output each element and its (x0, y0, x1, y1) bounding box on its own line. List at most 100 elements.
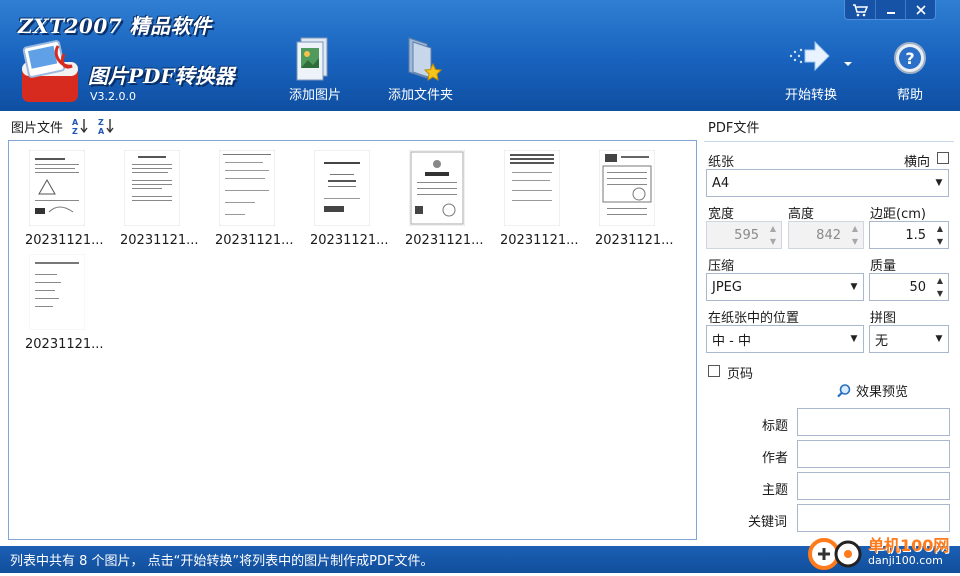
quality-stepper[interactable]: 50 ▲ ▼ (869, 273, 949, 301)
svg-text:Z: Z (72, 127, 78, 135)
meta-keywords-label: 关键词 (748, 515, 788, 530)
close-button[interactable] (905, 0, 935, 19)
list-item[interactable]: 20231121... (395, 144, 490, 248)
file-list-toolbar: 图片文件 A Z Z A (8, 113, 698, 139)
position-value: 中 - 中 (712, 333, 751, 349)
chevron-down-icon: ▼ (850, 282, 858, 292)
chevron-down-icon: ▼ (935, 178, 943, 188)
watermark-url: danji100.com (868, 554, 943, 567)
meta-author-label: 作者 (762, 451, 789, 466)
width-stepper: 595 ▲ ▼ (706, 221, 782, 249)
preview-label: 效果预览 (856, 385, 909, 400)
margin-value: 1.5 (905, 227, 926, 243)
margin-label: 边距(cm) (870, 207, 926, 222)
file-name: 20231121... (405, 233, 484, 248)
margin-stepper[interactable]: 1.5 ▲ ▼ (869, 221, 949, 249)
position-label: 在纸张中的位置 (708, 311, 800, 326)
file-list-label: 图片文件 (11, 120, 64, 136)
window-controls (844, 0, 936, 20)
list-item[interactable]: 20231121... (205, 144, 300, 248)
svg-text:Z: Z (98, 118, 104, 127)
arrow-right-icon (789, 40, 830, 72)
document-thumbnail (314, 150, 370, 226)
position-select[interactable]: 中 - 中 ▼ (706, 325, 864, 353)
svg-text:A: A (98, 127, 105, 135)
app-header: ZXT2007 精品软件 图片PDF转换器 V3.2.0.0 添加图片 添加文件… (0, 0, 960, 111)
height-value: 842 (816, 227, 841, 243)
title-input[interactable] (797, 408, 950, 436)
file-name: 20231121... (25, 337, 104, 352)
paper-label: 纸张 (708, 155, 735, 170)
watermark-text: 单机100网 (868, 536, 950, 555)
file-name: 20231121... (310, 233, 389, 248)
chevron-down-icon[interactable]: ▼ (932, 235, 948, 248)
chevron-down-icon: ▼ (850, 334, 858, 344)
pdf-settings-panel: PDF文件 纸张 横向 A4 ▼ 宽度 高度 边距(cm) 595 ▲ ▼ 842… (700, 113, 960, 545)
quality-label: 质量 (870, 259, 897, 274)
app-title: 图片PDF转换器 (88, 64, 235, 88)
add-image-label: 添加图片 (289, 88, 342, 103)
magnifier-icon (837, 383, 851, 397)
app-logo-icon (18, 40, 82, 104)
document-thumbnail (409, 150, 465, 226)
keywords-input[interactable] (797, 504, 950, 532)
document-thumbnail (124, 150, 180, 226)
document-thumbnail (219, 150, 275, 226)
help-button[interactable]: ? 帮助 (893, 34, 927, 103)
list-item[interactable]: 20231121... (15, 248, 110, 352)
document-thumbnail (29, 150, 85, 226)
file-name: 20231121... (215, 233, 294, 248)
list-item[interactable]: 20231121... (15, 144, 110, 248)
width-value: 595 (734, 227, 759, 243)
compress-label: 压缩 (708, 259, 735, 274)
start-dropdown-icon[interactable] (843, 57, 853, 72)
file-name: 20231121... (595, 233, 674, 248)
chevron-up-icon[interactable]: ▲ (932, 274, 948, 287)
page-number-checkbox[interactable] (708, 365, 720, 377)
paper-value: A4 (712, 175, 730, 191)
sort-ascending-icon[interactable]: A Z (71, 117, 89, 135)
status-text: 列表中共有 8 个图片， 点击“开始转换”将列表中的图片制作成PDF文件。 (10, 554, 434, 569)
help-label: 帮助 (896, 88, 923, 103)
width-label: 宽度 (708, 207, 735, 222)
pdf-section-title: PDF文件 (708, 121, 760, 136)
app-version: V3.2.0.0 (90, 90, 137, 103)
minimize-button[interactable] (875, 0, 905, 19)
chevron-up-icon[interactable]: ▲ (932, 222, 948, 235)
help-icon: ? (894, 42, 926, 74)
add-folder-label: 添加文件夹 (388, 88, 454, 103)
file-name: 20231121... (500, 233, 579, 248)
compress-select[interactable]: JPEG ▼ (706, 273, 864, 301)
sort-descending-icon[interactable]: Z A (97, 117, 115, 135)
file-name: 20231121... (120, 233, 199, 248)
file-name: 20231121... (25, 233, 104, 248)
start-convert-button[interactable]: 开始转换 (783, 34, 839, 103)
chevron-down-icon[interactable]: ▼ (932, 287, 948, 300)
list-item[interactable]: 20231121... (110, 144, 205, 248)
tile-value: 无 (875, 333, 889, 349)
start-convert-label: 开始转换 (784, 88, 837, 103)
watermark-logo-icon (808, 538, 862, 570)
svg-text:?: ? (905, 49, 914, 68)
page-number-label: 页码 (727, 367, 754, 382)
author-input[interactable] (797, 440, 950, 468)
add-image-button[interactable]: 添加图片 (289, 34, 341, 103)
list-item[interactable]: 20231121... (490, 144, 585, 248)
list-item[interactable]: 20231121... (300, 144, 395, 248)
chevron-down-icon: ▼ (769, 237, 777, 246)
document-thumbnail (504, 150, 560, 226)
preview-button[interactable]: 效果预览 (836, 381, 908, 400)
cart-icon[interactable] (845, 0, 875, 19)
subject-input[interactable] (797, 472, 950, 500)
height-label: 高度 (788, 207, 815, 222)
tile-label: 拼图 (870, 311, 897, 326)
divider (704, 141, 954, 142)
tile-select[interactable]: 无 ▼ (869, 325, 949, 353)
file-list[interactable]: 20231121... 20231121... 20231121... 2023… (8, 140, 697, 540)
list-item[interactable]: 20231121... (585, 144, 680, 248)
compress-value: JPEG (712, 279, 742, 295)
landscape-checkbox[interactable] (937, 152, 949, 164)
chevron-up-icon: ▲ (851, 224, 859, 233)
add-folder-button[interactable]: 添加文件夹 (388, 34, 453, 103)
paper-select[interactable]: A4 ▼ (706, 169, 949, 197)
